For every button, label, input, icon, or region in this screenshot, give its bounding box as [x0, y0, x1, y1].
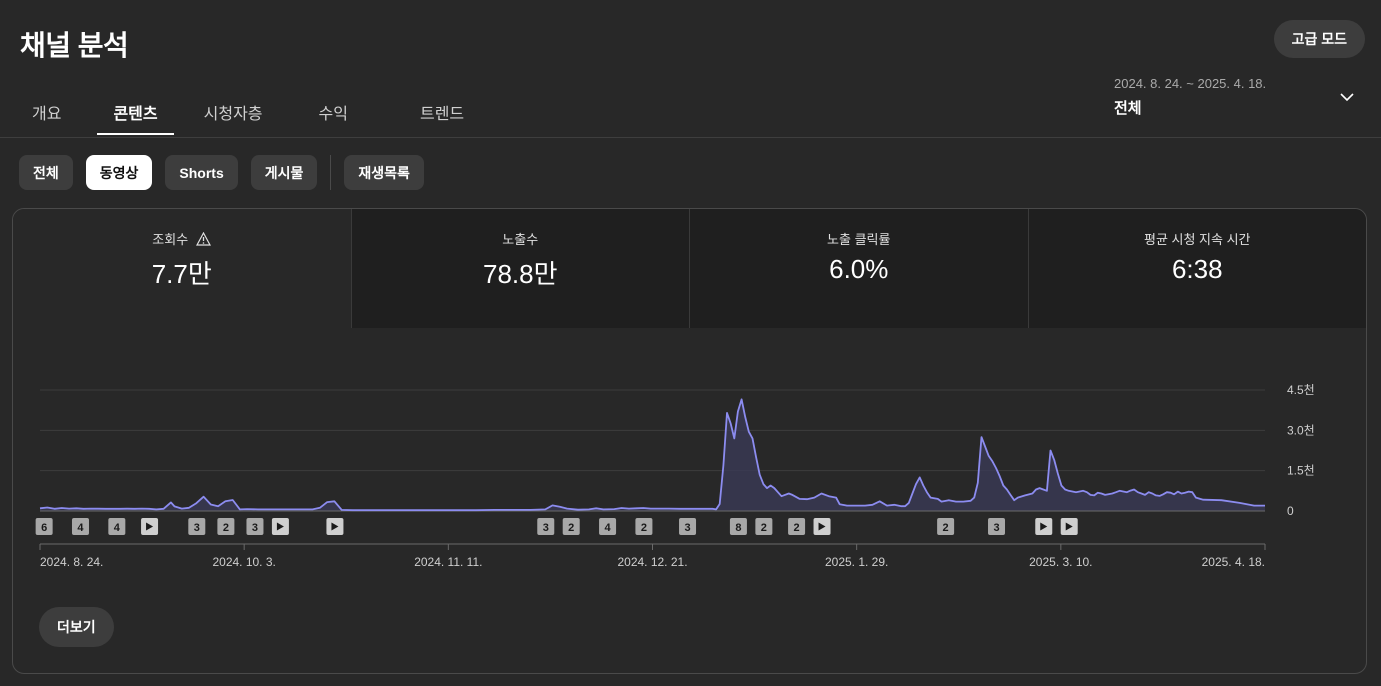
tab-bar: 개요 콘텐츠 시청자층 수익 트렌드 [0, 84, 480, 136]
upload-marker-count: 2 [761, 522, 767, 534]
date-range-selector[interactable]: 2024. 8. 24. ~ 2025. 4. 18. 전체 [1114, 76, 1364, 124]
see-more-button[interactable]: 더보기 [39, 607, 114, 647]
chip-posts[interactable]: 게시물 [250, 155, 318, 190]
upload-marker[interactable]: 2 [937, 518, 955, 535]
warning-icon[interactable] [196, 231, 212, 246]
analytics-card: 조회수 7.7만 노출수 78.8만 노출 클릭률 6.0% 평균 시청 지속 [12, 208, 1367, 674]
chip-shorts[interactable]: Shorts [165, 155, 238, 190]
chip-all[interactable]: 전체 [19, 155, 73, 190]
upload-marker-play[interactable] [326, 518, 344, 535]
chip-separator [330, 155, 332, 190]
upload-marker[interactable]: 2 [562, 518, 580, 535]
views-chart[interactable]: 4.5천 3.0천 1.5천 0 6 4 4 3 2 3 3 2 4 2 3 8 2 2 2 3 2024. 8. 24… [13, 328, 1367, 598]
upload-marker[interactable]: 4 [108, 518, 126, 535]
upload-marker-count: 4 [77, 522, 84, 534]
y-tick-label: 1.5천 [1287, 463, 1315, 478]
chip-playlists[interactable]: 재생목록 [344, 155, 424, 190]
upload-marker[interactable]: 3 [988, 518, 1006, 535]
upload-marker-count: 4 [114, 522, 121, 534]
tab-revenue[interactable]: 수익 [303, 84, 364, 136]
y-tick-label: 0 [1287, 504, 1294, 518]
metric-label: 노출 클릭률 [827, 232, 891, 247]
metric-ctr[interactable]: 노출 클릭률 6.0% [689, 209, 1028, 328]
x-tick-label: 2024. 8. 24. [40, 555, 103, 569]
x-tick-label: 2025. 3. 10. [1029, 555, 1092, 569]
metric-value: 78.8만 [482, 259, 558, 289]
x-tick-label: 2024. 10. 3. [212, 555, 275, 569]
advanced-mode-button[interactable]: 고급 모드 [1273, 20, 1365, 58]
upload-marker-play[interactable] [271, 518, 289, 535]
metric-label: 노출수 [502, 232, 539, 247]
content-type-chips: 전체 동영상 Shorts 게시물 재생목록 [19, 155, 437, 190]
upload-marker-play[interactable] [1060, 518, 1078, 535]
chip-videos[interactable]: 동영상 [85, 155, 153, 190]
upload-marker[interactable]: 4 [599, 518, 617, 535]
upload-marker-count: 3 [252, 522, 258, 534]
date-range-text: 2024. 8. 24. ~ 2025. 4. 18. [1114, 76, 1267, 91]
y-tick-label: 4.5천 [1287, 382, 1315, 397]
upload-marker[interactable]: 2 [635, 518, 653, 535]
page-title: 채널 분석 [20, 30, 129, 61]
upload-marker-count: 3 [684, 522, 690, 534]
metric-tabs: 조회수 7.7만 노출수 78.8만 노출 클릭률 6.0% 평균 시청 지속 [13, 209, 1366, 328]
upload-marker[interactable]: 3 [679, 518, 697, 535]
tab-overview[interactable]: 개요 [16, 84, 77, 136]
y-tick-label: 3.0천 [1287, 422, 1315, 437]
metric-avg-view-duration[interactable]: 평균 시청 지속 시간 6:38 [1027, 209, 1366, 328]
upload-marker-count: 2 [223, 522, 229, 534]
x-tick-label: 2025. 4. 18. [1202, 555, 1265, 569]
x-tick-label: 2025. 1. 29. [825, 555, 888, 569]
metric-value: 6.0% [829, 254, 889, 284]
upload-marker-count: 3 [993, 522, 999, 534]
upload-marker[interactable]: 2 [755, 518, 773, 535]
x-tick-label: 2024. 12. 21. [617, 555, 687, 569]
upload-marker-play[interactable] [1035, 518, 1053, 535]
analytics-page: 채널 분석 고급 모드 개요 콘텐츠 시청자층 수익 트렌드 2024. 8. … [0, 0, 1381, 686]
metric-label: 조회수 [152, 232, 189, 247]
upload-marker-count: 3 [543, 522, 549, 534]
tab-audience[interactable]: 시청자층 [188, 84, 279, 136]
upload-marker-count: 4 [604, 522, 611, 534]
upload-marker-count: 3 [194, 522, 200, 534]
upload-marker[interactable]: 3 [188, 518, 206, 535]
metric-views[interactable]: 조회수 7.7만 [13, 209, 351, 328]
upload-marker-count: 6 [41, 522, 47, 534]
upload-marker-play[interactable] [141, 518, 159, 535]
x-tick-label: 2024. 11. 11. [414, 555, 482, 569]
upload-marker-count: 8 [735, 522, 741, 534]
upload-marker[interactable]: 4 [71, 518, 89, 535]
series-area [40, 399, 1265, 511]
tab-content[interactable]: 콘텐츠 [97, 84, 174, 136]
upload-marker-count: 2 [568, 522, 574, 534]
upload-marker[interactable]: 2 [217, 518, 235, 535]
upload-marker-play[interactable] [813, 518, 831, 535]
upload-marker-count: 2 [794, 522, 800, 534]
upload-marker[interactable]: 6 [35, 518, 53, 535]
upload-marker[interactable]: 2 [788, 518, 806, 535]
chevron-down-icon [1340, 93, 1354, 102]
metric-impressions[interactable]: 노출수 78.8만 [350, 209, 689, 328]
metric-label: 평균 시청 지속 시간 [1143, 232, 1251, 247]
header-divider [0, 137, 1381, 138]
upload-marker[interactable]: 8 [729, 518, 747, 535]
tab-trends[interactable]: 트렌드 [404, 84, 480, 136]
date-range-value: 전체 [1114, 100, 1142, 117]
upload-marker-count: 2 [641, 522, 647, 534]
upload-marker-count: 2 [943, 522, 949, 534]
metric-value: 7.7만 [151, 259, 212, 289]
upload-marker[interactable]: 3 [246, 518, 264, 535]
metric-value: 6:38 [1171, 254, 1223, 284]
upload-marker[interactable]: 3 [537, 518, 555, 535]
